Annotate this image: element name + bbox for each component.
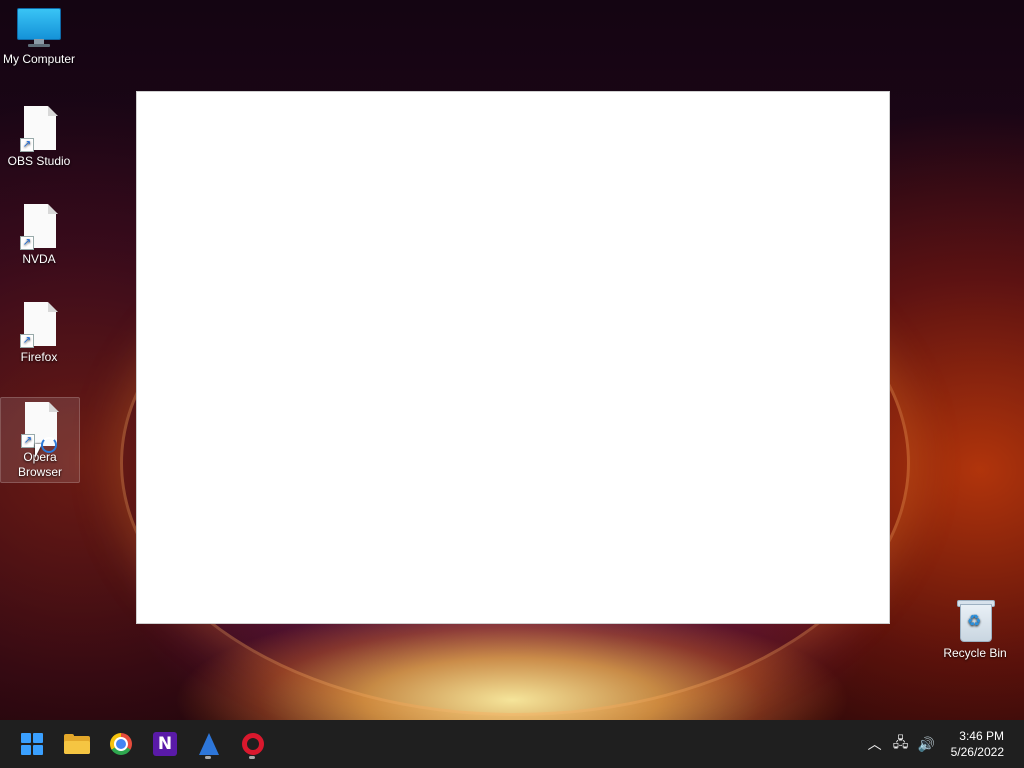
blank-window[interactable] bbox=[136, 91, 890, 624]
desktop-icon-label: Firefox bbox=[20, 350, 58, 364]
desktop-icon-nvda[interactable]: ↗ NVDA bbox=[0, 196, 78, 267]
windows-logo-icon bbox=[21, 733, 43, 755]
file-shortcut-icon: ↗ bbox=[20, 106, 58, 152]
running-indicator bbox=[249, 756, 255, 759]
file-shortcut-icon: ↗ bbox=[20, 204, 58, 250]
recycle-bin-icon: ♻ bbox=[957, 598, 995, 642]
volume-icon[interactable]: 🔊 bbox=[915, 732, 939, 756]
chrome-icon bbox=[110, 733, 132, 755]
clock-date: 5/26/2022 bbox=[950, 745, 1004, 759]
running-indicator bbox=[205, 756, 211, 759]
obs-icon bbox=[199, 733, 219, 755]
file-shortcut-icon: ↗ bbox=[20, 302, 58, 348]
computer-icon bbox=[17, 8, 61, 48]
desktop-icon-opera-browser[interactable]: ↗ Opera Browser bbox=[0, 397, 80, 483]
taskbar-file-explorer[interactable] bbox=[59, 728, 95, 760]
taskbar-opera[interactable] bbox=[235, 728, 271, 760]
clock[interactable]: 3:46 PM 5/26/2022 bbox=[941, 728, 1024, 760]
desktop-icon-recycle-bin[interactable]: ♻ Recycle Bin bbox=[936, 592, 1014, 661]
start-button[interactable] bbox=[14, 728, 50, 760]
opera-icon bbox=[242, 733, 264, 755]
busy-spinner-icon bbox=[41, 437, 57, 453]
chevron-up-icon[interactable]: ︿ bbox=[863, 732, 887, 756]
taskbar-obs-studio[interactable] bbox=[191, 728, 227, 760]
nvda-icon: N bbox=[153, 732, 177, 756]
desktop-icon-firefox[interactable]: ↗ Firefox bbox=[0, 294, 78, 365]
taskbar-chrome[interactable] bbox=[103, 728, 139, 760]
taskbar-nvda[interactable]: N bbox=[147, 728, 183, 760]
desktop-icon-label: Recycle Bin bbox=[943, 646, 1007, 660]
folder-icon bbox=[64, 734, 90, 754]
desktop-icon-obs-studio[interactable]: ↗ OBS Studio bbox=[0, 98, 78, 169]
desktop-icon-my-computer[interactable]: My Computer bbox=[0, 0, 78, 67]
clock-time: 3:46 PM bbox=[959, 729, 1004, 743]
taskbar: N ︿ 🖧 🔊 3:46 PM 5/26/2022 bbox=[0, 720, 1024, 768]
system-tray: ︿ 🖧 🔊 3:46 PM 5/26/2022 bbox=[863, 720, 1024, 768]
desktop-icon-label: My Computer bbox=[2, 52, 76, 66]
desktop-icon-label: OBS Studio bbox=[7, 154, 71, 168]
desktop-icon-label: NVDA bbox=[22, 252, 56, 266]
network-icon[interactable]: 🖧 bbox=[889, 732, 913, 756]
